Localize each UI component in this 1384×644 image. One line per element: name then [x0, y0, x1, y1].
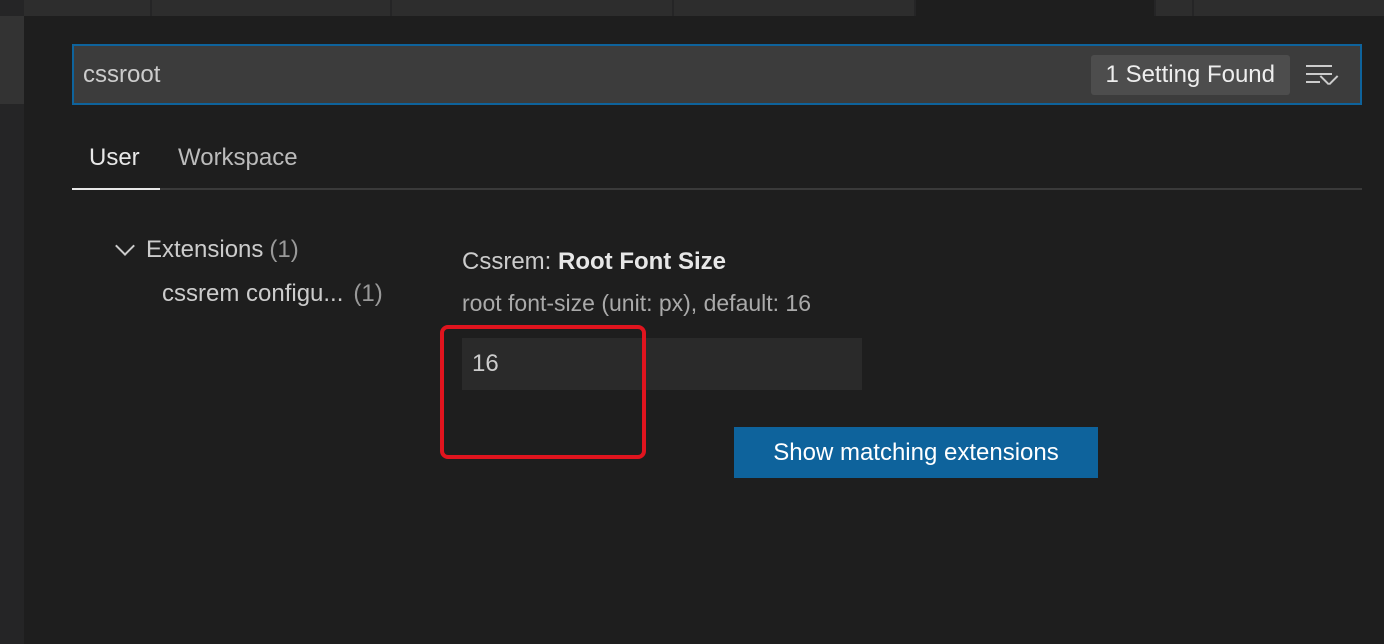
editor-tab[interactable]	[1156, 0, 1192, 16]
editor-tab[interactable]	[24, 0, 150, 16]
show-matching-extensions-button[interactable]: Show matching extensions	[734, 427, 1098, 478]
tab-workspace[interactable]: Workspace	[178, 140, 298, 190]
editor-tab-strip	[0, 0, 1384, 16]
toc-count: (1)	[269, 236, 299, 263]
result-count-badge: 1 Setting Found	[1090, 54, 1290, 95]
settings-search-box: 1 Setting Found	[72, 44, 1362, 105]
editor-tab[interactable]	[392, 0, 672, 16]
chevron-down-icon	[115, 236, 135, 256]
editor-tab[interactable]	[152, 0, 390, 16]
tab-user[interactable]: User	[72, 140, 160, 190]
settings-toc: Extensions (1) cssrem configu... (1)	[112, 228, 383, 316]
left-sidebar-edge	[0, 16, 24, 644]
toc-item-cssrem[interactable]: cssrem configu... (1)	[112, 272, 383, 316]
toc-label: Extensions	[146, 236, 264, 263]
editor-tab[interactable]	[674, 0, 914, 16]
clear-filter-icon[interactable]	[1306, 63, 1339, 87]
toc-label: cssrem configu...	[162, 280, 344, 307]
settings-search-input[interactable]	[83, 60, 1091, 89]
editor-tab-active[interactable]	[916, 0, 1154, 16]
highlight-annotation-box	[440, 325, 646, 459]
editor-tab[interactable]	[1194, 0, 1384, 16]
setting-category: Cssrem:	[462, 248, 558, 275]
toc-count: (1)	[353, 280, 383, 307]
setting-title: Cssrem: Root Font Size	[462, 248, 726, 276]
settings-scope-tabs: User Workspace	[72, 140, 1362, 190]
setting-name: Root Font Size	[558, 248, 726, 275]
toc-group-extensions[interactable]: Extensions (1)	[112, 228, 383, 272]
setting-description: root font-size (unit: px), default: 16	[462, 290, 812, 316]
